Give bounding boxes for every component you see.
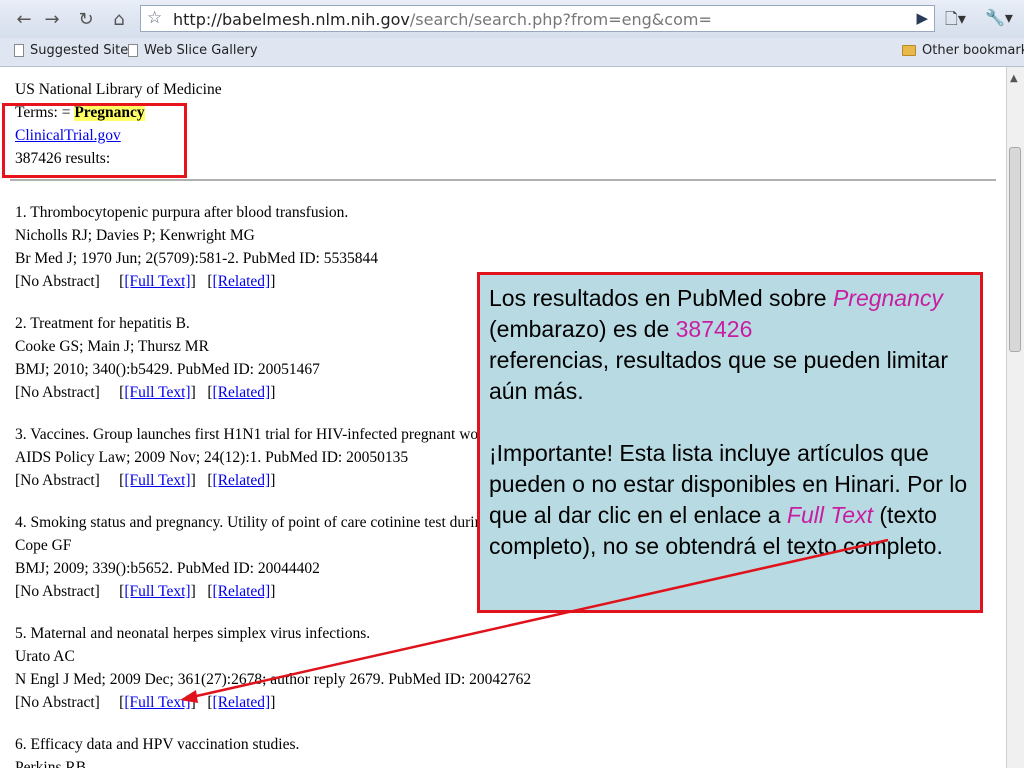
result-authors: Cooke GS; Main J; Thursz MR [15,338,209,355]
callout-paragraph-1: Los resultados en PubMed sobre Pregnancy… [489,285,948,404]
result-links: [No Abstract] [[Full Text]] [[Related]] [15,694,275,712]
full-text-link[interactable]: [[Full Text]] [119,583,196,600]
result-title: 6. Efficacy data and HPV vaccination stu… [15,736,300,753]
callout-term-fulltext: Full Text [786,502,873,528]
home-icon[interactable]: ⌂ [107,7,131,31]
bookmark-star-icon[interactable]: ☆ [147,8,162,28]
full-text-link[interactable]: [[Full Text]] [119,472,196,489]
page-icon [14,44,24,57]
divider [10,179,996,181]
result-authors: Cope GF [15,537,72,554]
callout-count: 387426 [675,316,753,342]
result-links: [No Abstract] [[Full Text]] [[Related]] [15,583,275,601]
callout-term-pregnancy: Pregnancy [832,285,943,311]
forward-arrow-icon[interactable]: → [40,7,64,31]
full-text-link[interactable]: [[Full Text]] [119,273,196,290]
no-abstract-label: [No Abstract] [15,472,100,489]
back-arrow-icon[interactable]: ← [12,7,36,31]
browser-toolbar: ← → ↻ ⌂ ☆ http://babelmesh.nlm.nih.gov/s… [0,0,1024,38]
related-link[interactable]: [[Related]] [207,694,275,711]
address-bar[interactable]: ☆ http://babelmesh.nlm.nih.gov/search/se… [140,5,935,32]
result-authors: Perkins RB [15,759,87,768]
no-abstract-label: [No Abstract] [15,384,100,401]
result-title: 2. Treatment for hepatitis B. [15,315,190,332]
terms-highlight-box [2,103,187,178]
related-link[interactable]: [[Related]] [207,583,275,600]
bookmark-suggested-sites[interactable]: Suggested Sites [14,43,135,58]
related-link[interactable]: [[Related]] [207,472,275,489]
result-title: 4. Smoking status and pregnancy. Utility… [15,514,507,531]
scroll-up-arrow-icon[interactable]: ▲ [1010,73,1018,84]
result-links: [No Abstract] [[Full Text]] [[Related]] [15,273,275,291]
reload-icon[interactable]: ↻ [74,7,98,31]
no-abstract-label: [No Abstract] [15,583,100,600]
result-citation: BMJ; 2009; 339():b5652. PubMed ID: 20044… [15,560,320,577]
result-authors: Urato AC [15,648,75,665]
go-icon[interactable]: ▶ [916,9,928,27]
wrench-menu-icon[interactable]: 🔧▾ [985,8,1013,27]
result-citation: BMJ; 2010; 340():b5429. PubMed ID: 20051… [15,361,320,378]
result-authors: Nicholls RJ; Davies P; Kenwright MG [15,227,255,244]
no-abstract-label: [No Abstract] [15,273,100,290]
bookmark-other[interactable]: Other bookmarks [902,43,1024,58]
full-text-link[interactable]: [[Full Text]] [119,694,196,711]
scroll-thumb[interactable] [1009,147,1021,352]
result-links: [No Abstract] [[Full Text]] [[Related]] [15,472,275,490]
result-title: 5. Maternal and neonatal herpes simplex … [15,625,371,642]
bookmarks-bar: Suggested Sites Web Slice Gallery Other … [0,38,1024,67]
result-citation: AIDS Policy Law; 2009 Nov; 24(12):1. Pub… [15,449,409,466]
annotation-callout: Los resultados en PubMed sobre Pregnancy… [477,272,983,613]
folder-icon [902,45,916,56]
page-icon [128,44,138,57]
page-menu-icon[interactable]: 🗋▾ [945,8,966,35]
result-title: 3. Vaccines. Group launches first H1N1 t… [15,426,498,443]
result-links: [No Abstract] [[Full Text]] [[Related]] [15,384,275,402]
full-text-link[interactable]: [[Full Text]] [119,384,196,401]
result-citation: N Engl J Med; 2009 Dec; 361(27):2678; au… [15,671,532,688]
result-title: 1. Thrombocytopenic purpura after blood … [15,204,349,221]
result-citation: Br Med J; 1970 Jun; 2(5709):581-2. PubMe… [15,250,378,267]
vertical-scrollbar[interactable]: ▲ [1006,67,1024,768]
related-link[interactable]: [[Related]] [207,384,275,401]
no-abstract-label: [No Abstract] [15,694,100,711]
bookmark-web-slice-gallery[interactable]: Web Slice Gallery [128,43,258,58]
callout-paragraph-2: ¡Importante! Esta lista incluye artículo… [489,440,968,559]
org-name: US National Library of Medicine [15,81,222,98]
related-link[interactable]: [[Related]] [207,273,275,290]
address-text[interactable]: http://babelmesh.nlm.nih.gov/search/sear… [173,10,712,29]
